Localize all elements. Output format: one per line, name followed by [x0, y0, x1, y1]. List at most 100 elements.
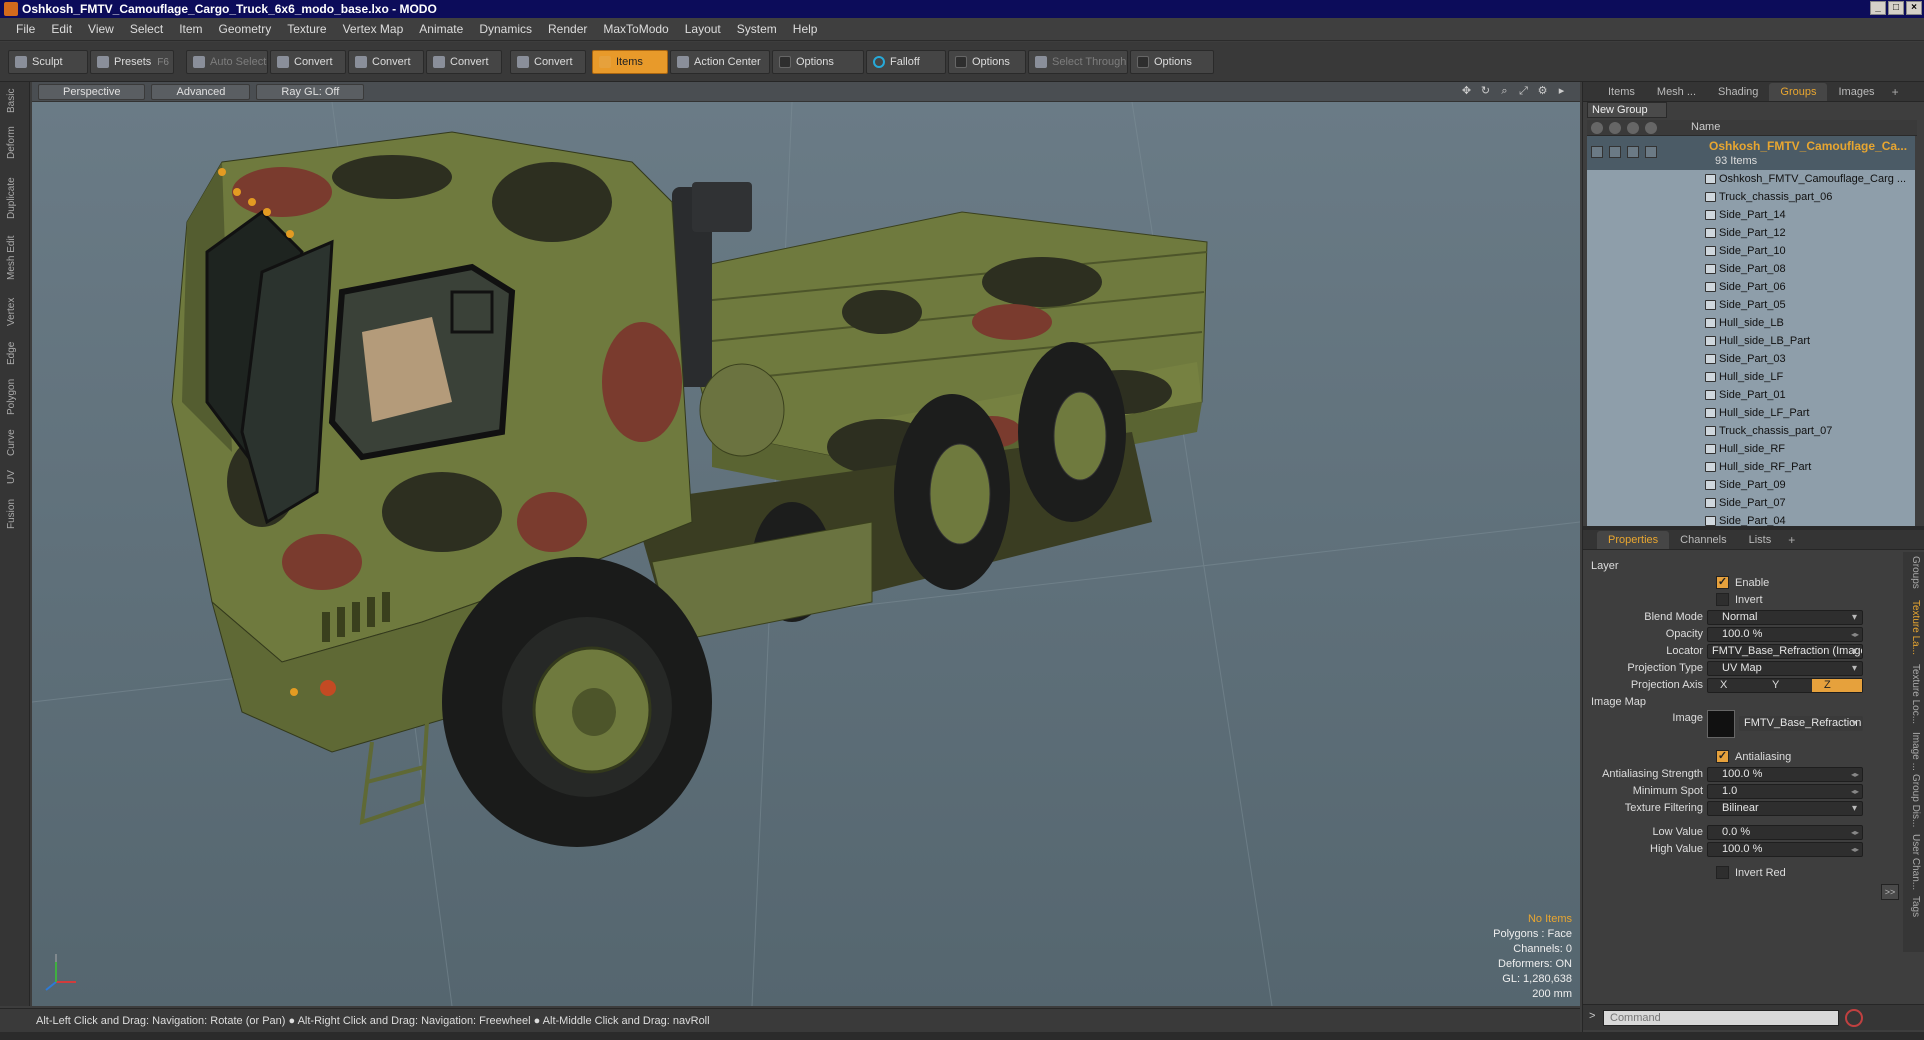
gear-icon[interactable]: ⚙: [1536, 85, 1549, 98]
3d-viewport[interactable]: Perspective Advanced Ray GL: Off ✥ ↻ ⌕ ⤢…: [32, 82, 1580, 1006]
shading-mode-dropdown[interactable]: Advanced: [151, 83, 251, 100]
opacity-field[interactable]: 100.0 %: [1707, 627, 1863, 642]
list-item[interactable]: Hull_side_LB: [1587, 314, 1915, 332]
tab-duplicate[interactable]: Duplicate: [6, 172, 24, 224]
list-item[interactable]: Side_Part_05: [1587, 296, 1915, 314]
falloff-button[interactable]: Falloff: [866, 50, 946, 74]
tab-edge[interactable]: Edge: [6, 338, 24, 368]
tab-fusion[interactable]: Fusion: [6, 494, 24, 534]
name-column-header[interactable]: Name: [1691, 121, 1720, 133]
enable-checkbox[interactable]: ✓: [1716, 576, 1729, 589]
layer-section-header[interactable]: Layer: [1591, 560, 1619, 572]
menu-maxtomodo[interactable]: MaxToModo: [595, 22, 676, 36]
raygl-toggle[interactable]: Ray GL: Off: [256, 83, 365, 100]
side-tab-tags[interactable]: Tags: [1907, 896, 1921, 917]
lock-column-icon[interactable]: [1627, 122, 1639, 134]
select-icon[interactable]: [1645, 146, 1657, 158]
tab-mesh[interactable]: Mesh ...: [1646, 83, 1707, 101]
minimum-spot-field[interactable]: 1.0: [1707, 784, 1863, 799]
menu-view[interactable]: View: [80, 22, 122, 36]
list-item[interactable]: Side_Part_06: [1587, 278, 1915, 296]
tab-groups[interactable]: Groups: [1769, 83, 1828, 101]
list-item[interactable]: Side_Part_14: [1587, 206, 1915, 224]
options-button-2[interactable]: Options: [948, 50, 1026, 74]
options-button-3[interactable]: Options: [1130, 50, 1214, 74]
texture-filtering-dropdown[interactable]: Bilinear: [1707, 801, 1863, 816]
axis-x-option[interactable]: X: [1708, 679, 1758, 692]
list-item[interactable]: Hull_side_LF: [1587, 368, 1915, 386]
menu-vertex-map[interactable]: Vertex Map: [335, 22, 412, 36]
blend-mode-dropdown[interactable]: Normal: [1707, 610, 1863, 625]
aa-strength-field[interactable]: 100.0 %: [1707, 767, 1863, 782]
tab-polygon[interactable]: Polygon: [6, 374, 24, 420]
tab-vertex[interactable]: Vertex: [6, 292, 24, 332]
list-item[interactable]: Side_Part_09: [1587, 476, 1915, 494]
image-map-section-header[interactable]: Image Map: [1591, 696, 1646, 708]
list-item[interactable]: Side_Part_10: [1587, 242, 1915, 260]
sculpt-button[interactable]: Sculpt: [8, 50, 88, 74]
menu-animate[interactable]: Animate: [411, 22, 471, 36]
menu-item[interactable]: Item: [171, 22, 210, 36]
axis-z-option[interactable]: Z: [1812, 679, 1862, 692]
antialiasing-checkbox[interactable]: ✓: [1716, 750, 1729, 763]
command-input[interactable]: [1603, 1010, 1839, 1026]
add-tab-icon[interactable]: +: [1782, 531, 1801, 549]
render-icon[interactable]: [1609, 146, 1621, 158]
view-type-dropdown[interactable]: Perspective: [38, 83, 146, 100]
low-value-field[interactable]: 0.0 %: [1707, 825, 1863, 840]
tab-images[interactable]: Images: [1827, 83, 1885, 101]
list-item[interactable]: Oshkosh_FMTV_Camouflage_Carg ...: [1587, 170, 1915, 188]
side-tab-user-channels[interactable]: User Chan...: [1907, 834, 1921, 890]
close-button[interactable]: ×: [1906, 1, 1922, 15]
tab-curve[interactable]: Curve: [6, 426, 24, 460]
items-mode-button[interactable]: Items: [592, 50, 668, 74]
image-dropdown[interactable]: FMTV_Base_Refraction: [1739, 716, 1863, 731]
options-button-1[interactable]: Options: [772, 50, 864, 74]
menu-dynamics[interactable]: Dynamics: [471, 22, 540, 36]
side-tab-image[interactable]: Image ...: [1907, 732, 1921, 771]
list-item[interactable]: Hull_side_RF: [1587, 440, 1915, 458]
high-value-field[interactable]: 100.0 %: [1707, 842, 1863, 857]
expand-arrow-icon[interactable]: ▸: [1555, 85, 1568, 98]
tab-channels[interactable]: Channels: [1669, 531, 1737, 549]
convert-button-3[interactable]: Convert: [426, 50, 502, 74]
presets-button[interactable]: Presets F6: [90, 50, 174, 74]
tab-properties[interactable]: Properties: [1597, 531, 1670, 549]
tab-mesh-edit[interactable]: Mesh Edit: [6, 232, 24, 284]
menu-select[interactable]: Select: [122, 22, 171, 36]
list-item[interactable]: Side_Part_04: [1587, 512, 1915, 526]
maximize-button[interactable]: □: [1888, 1, 1904, 15]
list-item[interactable]: Side_Part_08: [1587, 260, 1915, 278]
minimize-button[interactable]: _: [1870, 1, 1886, 15]
list-item[interactable]: Hull_side_LB_Part: [1587, 332, 1915, 350]
fit-icon[interactable]: ⤢: [1517, 85, 1530, 98]
convert-button-4[interactable]: Convert: [510, 50, 586, 74]
projection-type-dropdown[interactable]: UV Map: [1707, 661, 1863, 676]
locator-dropdown[interactable]: FMTV_Base_Refraction (Image) (...: [1707, 644, 1863, 659]
side-tab-group-display[interactable]: Group Dis...: [1907, 774, 1921, 827]
invert-red-checkbox[interactable]: [1716, 866, 1729, 879]
list-item[interactable]: Side_Part_12: [1587, 224, 1915, 242]
tab-uv[interactable]: UV: [6, 466, 24, 488]
menu-help[interactable]: Help: [785, 22, 826, 36]
tab-lists[interactable]: Lists: [1738, 531, 1783, 549]
invert-checkbox[interactable]: [1716, 593, 1729, 606]
select-column-icon[interactable]: [1645, 122, 1657, 134]
group-list[interactable]: Oshkosh_FMTV_Camouflage_Ca... 93 Items O…: [1587, 136, 1915, 526]
list-item[interactable]: Truck_chassis_part_06: [1587, 188, 1915, 206]
lock-icon[interactable]: [1627, 146, 1639, 158]
tab-deform[interactable]: Deform: [6, 122, 24, 164]
menu-file[interactable]: File: [8, 22, 43, 36]
group-row[interactable]: Oshkosh_FMTV_Camouflage_Ca... 93 Items: [1587, 136, 1915, 170]
pan-icon[interactable]: ✥: [1460, 85, 1473, 98]
menu-texture[interactable]: Texture: [279, 22, 334, 36]
list-item[interactable]: Side_Part_07: [1587, 494, 1915, 512]
rotate-icon[interactable]: ↻: [1479, 85, 1492, 98]
side-tab-texture-layer[interactable]: Texture La...: [1907, 600, 1921, 655]
visibility-column-icon[interactable]: [1591, 122, 1603, 134]
action-center-button[interactable]: Action Center: [670, 50, 770, 74]
more-options-button[interactable]: >>: [1881, 884, 1899, 900]
list-item[interactable]: Side_Part_03: [1587, 350, 1915, 368]
list-item[interactable]: Truck_chassis_part_07: [1587, 422, 1915, 440]
menu-edit[interactable]: Edit: [43, 22, 80, 36]
